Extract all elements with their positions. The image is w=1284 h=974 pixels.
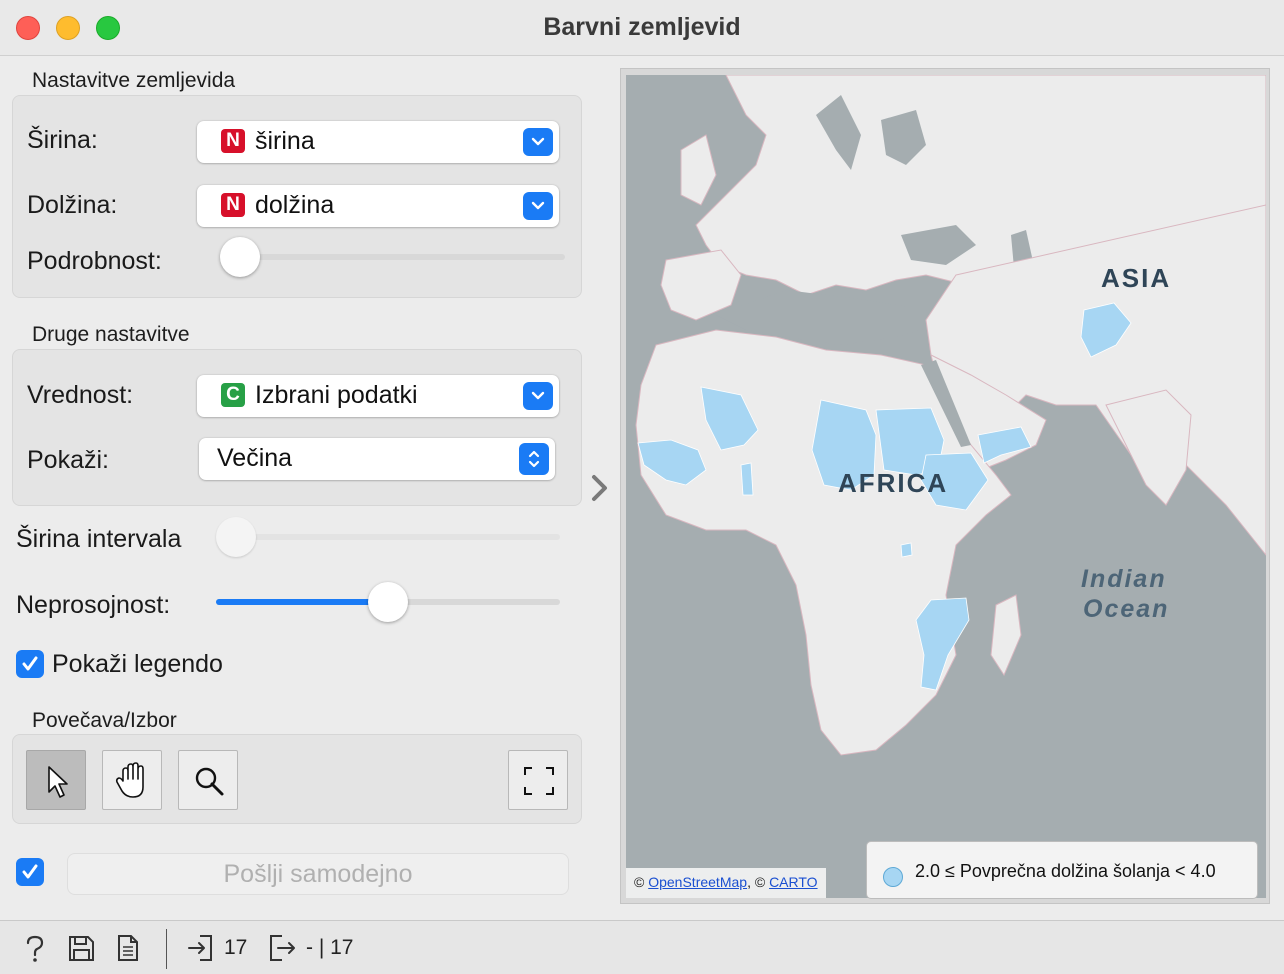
- latitude-label: Širina:: [27, 126, 98, 154]
- show-combo-value: Večina: [217, 444, 293, 472]
- collapse-panel-icon[interactable]: [589, 473, 611, 508]
- show-legend-label: Pokaži legendo: [52, 650, 223, 678]
- choropleth-map[interactable]: ASIA AFRICA Indian Ocean © OpenStreetMap…: [626, 75, 1266, 898]
- send-automatically-button[interactable]: Pošlji samodejno: [67, 853, 569, 895]
- chevron-down-icon: [523, 128, 553, 156]
- latitude-combo-value: širina: [255, 127, 315, 155]
- pointer-icon: [48, 766, 68, 798]
- map-label-ocean-line2: Ocean: [1083, 595, 1170, 623]
- input-count: 17: [224, 936, 248, 959]
- numeric-variable-icon: N: [221, 129, 245, 153]
- bin-width-slider-handle[interactable]: [216, 517, 256, 557]
- map-label-asia: ASIA: [1101, 263, 1172, 293]
- legend-label: 2.0 ≤ Povprečna dolžina šolanja < 4.0: [915, 861, 1216, 881]
- zoom-icon: [195, 767, 224, 796]
- show-combo[interactable]: Večina: [199, 438, 555, 480]
- chevron-down-icon: [523, 192, 553, 220]
- longitude-label: Dolžina:: [27, 191, 118, 219]
- auto-send-checkbox[interactable]: [16, 858, 44, 886]
- save-icon[interactable]: [67, 933, 95, 963]
- map-settings-group: Širina: N širina Dolžina: N dolžina Podr…: [12, 95, 582, 298]
- categorical-variable-icon: C: [221, 383, 245, 407]
- numeric-variable-icon: N: [221, 193, 245, 217]
- attribution-copyright: ©: [634, 874, 645, 890]
- map-legend: 2.0 ≤ Povprečna dolžina šolanja < 4.0: [866, 841, 1258, 899]
- map-label-ocean-line1: Indian: [1081, 565, 1167, 593]
- hand-icon: [115, 762, 144, 798]
- value-combo[interactable]: C Izbrani podatki: [197, 375, 559, 417]
- openstreetmap-link[interactable]: OpenStreetMap: [648, 874, 747, 890]
- opacity-slider-handle[interactable]: [368, 582, 408, 622]
- other-settings-group: Vrednost: C Izbrani podatki Pokaži: Veči…: [12, 349, 582, 506]
- value-label: Vrednost:: [27, 381, 134, 409]
- fit-icon: [524, 767, 554, 795]
- status-divider: [166, 929, 167, 969]
- opacity-slider-fill: [216, 599, 388, 605]
- map-attribution: © OpenStreetMap, © CARTO: [626, 868, 826, 898]
- value-combo-value: Izbrani podatki: [255, 381, 418, 409]
- zoom-select-group: [12, 734, 582, 824]
- map-settings-title: Nastavitve zemljevida: [32, 69, 236, 92]
- status-bar: 17 - | 17: [0, 920, 1284, 974]
- report-icon[interactable]: [116, 933, 140, 963]
- latitude-combo[interactable]: N širina: [197, 121, 559, 163]
- longitude-combo[interactable]: N dolžina: [197, 185, 559, 227]
- output-icon: [270, 935, 295, 961]
- attribution-separator: , ©: [747, 874, 766, 890]
- detail-slider-track[interactable]: [227, 254, 565, 260]
- updown-chevron-icon: [519, 443, 549, 475]
- opacity-label: Neprosojnost:: [16, 591, 171, 619]
- show-label: Pokaži:: [27, 446, 109, 474]
- longitude-combo-value: dolžina: [255, 191, 335, 219]
- detail-slider-handle[interactable]: [220, 237, 260, 277]
- chevron-down-icon: [523, 382, 553, 410]
- show-legend-checkbox[interactable]: [16, 650, 44, 678]
- zoom-to-fit-button[interactable]: [508, 750, 568, 810]
- map-label-africa: AFRICA: [838, 468, 949, 498]
- detail-label: Podrobnost:: [27, 247, 162, 275]
- other-settings-title: Druge nastavitve: [32, 323, 190, 346]
- help-icon[interactable]: [22, 933, 48, 963]
- pan-tool-button[interactable]: [102, 750, 162, 810]
- select-tool-button[interactable]: [26, 750, 86, 810]
- zoom-tool-button[interactable]: [178, 750, 238, 810]
- title-bar: Barvni zemljevid: [0, 0, 1284, 56]
- bin-width-slider-track[interactable]: [218, 534, 560, 540]
- zoom-select-title: Povečava/Izbor: [32, 709, 177, 732]
- carto-link[interactable]: CARTO: [769, 874, 818, 890]
- legend-swatch: [883, 867, 903, 887]
- output-count: - | 17: [306, 936, 354, 959]
- window-title: Barvni zemljevid: [543, 13, 741, 41]
- input-icon: [188, 935, 212, 961]
- bin-width-label: Širina intervala: [16, 525, 182, 553]
